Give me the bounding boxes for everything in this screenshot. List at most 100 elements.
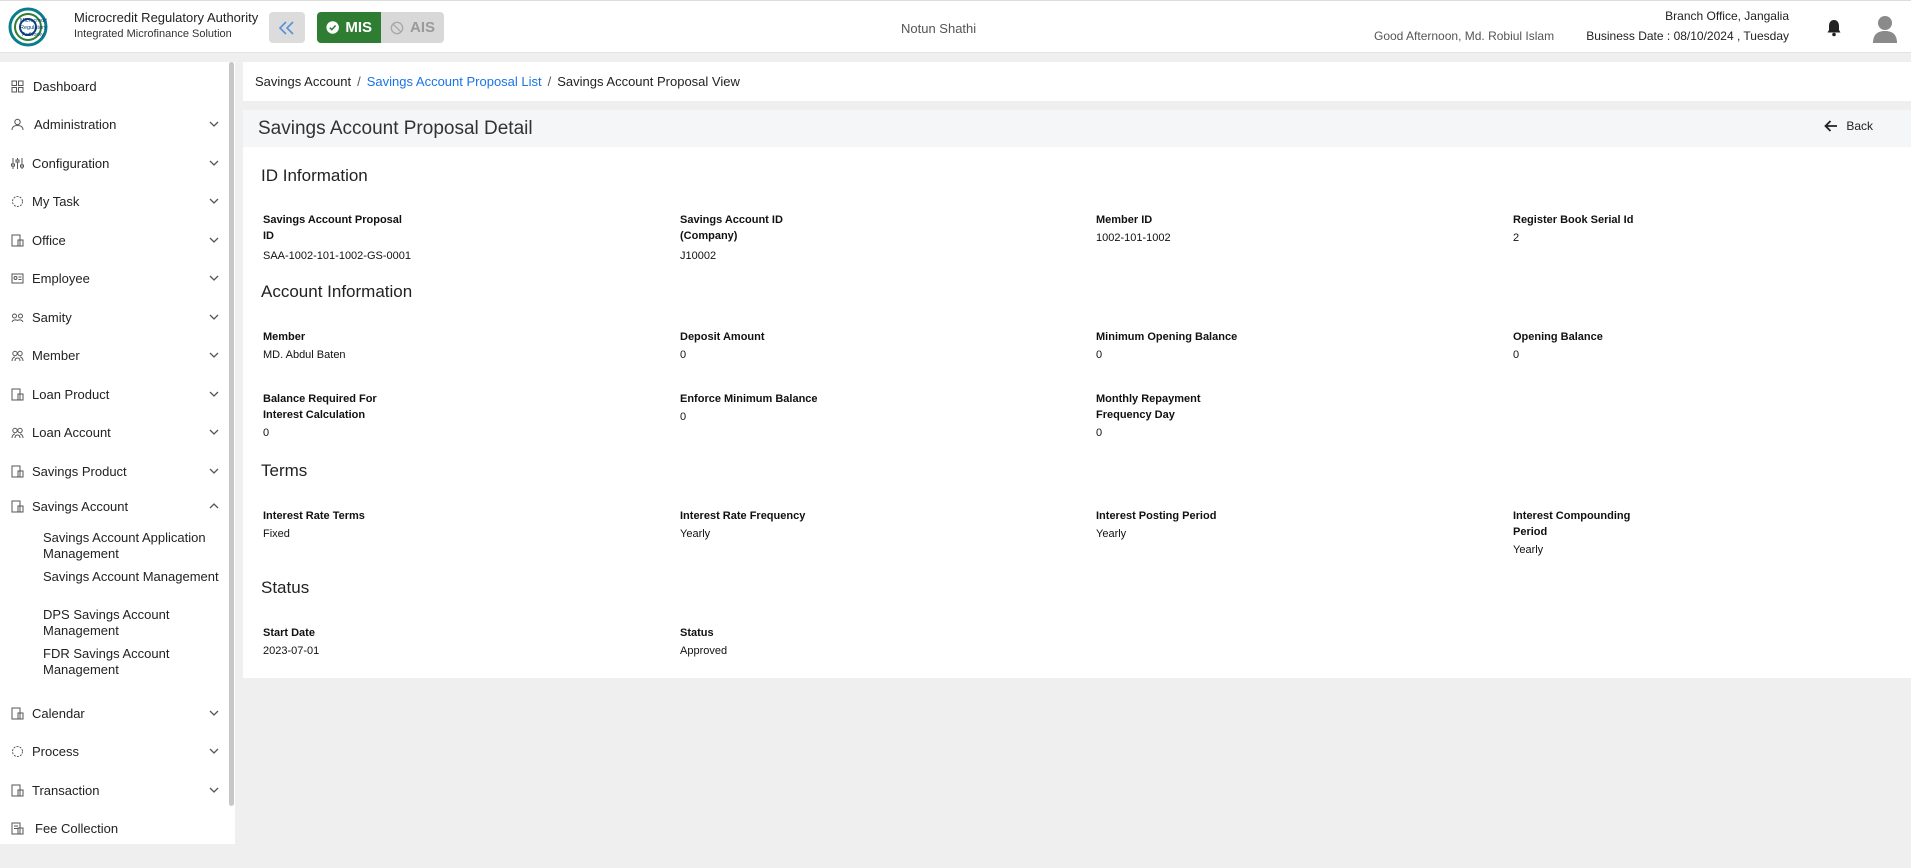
sidebar-item-dashboard[interactable]: Dashboard (0, 71, 226, 101)
sidebar-label: Employee (32, 270, 90, 286)
breadcrumb-separator: / (357, 74, 361, 89)
sliders-icon (11, 158, 24, 169)
chevron-down-icon (209, 429, 219, 435)
arrow-left-icon (1824, 120, 1838, 132)
section-title-status: Status (261, 578, 310, 597)
field-value-opening-balance: 0 (1513, 349, 1520, 361)
field-label-member-id: Member ID (1096, 214, 1153, 226)
sidebar-item-process[interactable]: Process (0, 736, 226, 766)
mode-switch: MIS AIS (317, 12, 444, 43)
section-title-account-information: Account Information (261, 282, 413, 301)
back-label: Back (1846, 119, 1873, 133)
sidebar-scrollbar[interactable] (229, 62, 234, 806)
sidebar-label: Transaction (32, 782, 100, 798)
sidebar-label: Samity (32, 309, 72, 325)
sidebar-item-calendar[interactable]: Calendar (0, 698, 226, 728)
sidebar-item-administration[interactable]: Administration (0, 109, 226, 139)
double-chevron-left-icon (278, 20, 294, 35)
field-value-interest-posting-period: Yearly (1096, 528, 1127, 540)
field-label-register-book-serial: Register Book Serial Id (1513, 214, 1634, 226)
mis-mode-button[interactable]: MIS (317, 12, 381, 43)
admin-icon (11, 118, 24, 131)
ais-mode-button[interactable]: AIS (381, 12, 444, 43)
sidebar-subitem-account-management[interactable]: Savings Account Management (43, 569, 223, 585)
field-value-enforce-minimum-balance: 0 (680, 411, 687, 423)
sidebar-label: Savings Account (32, 498, 129, 514)
chevron-up-icon (209, 503, 219, 509)
sidebar-subitem-fdr-management[interactable]: FDR Savings Account Management (43, 646, 223, 678)
ais-label: AIS (409, 19, 435, 36)
sidebar-item-configuration[interactable]: Configuration (0, 148, 226, 178)
sidebar-item-savings-product[interactable]: Savings Product (0, 456, 226, 486)
members-icon (11, 350, 24, 362)
sidebar-item-loan-product[interactable]: Loan Product (0, 379, 226, 409)
sidebar-item-samity[interactable]: Samity (0, 302, 226, 332)
sidebar-label: Calendar (32, 705, 85, 721)
process-icon (12, 746, 23, 757)
check-circle-icon (326, 21, 339, 34)
chevron-down-icon (209, 314, 219, 320)
sidebar-label: Dashboard (33, 78, 97, 94)
notification-bell-icon[interactable] (1826, 19, 1842, 37)
user-avatar-icon[interactable] (1872, 14, 1898, 44)
sidebar-subitem-application-management[interactable]: Savings Account Application Management (43, 530, 223, 562)
sidebar-item-office[interactable]: Office (0, 225, 226, 255)
field-value-register-book-serial: 2 (1513, 232, 1520, 244)
sidebar-label: Office (32, 232, 66, 248)
block-icon (390, 21, 404, 34)
sidebar-item-fee-collection[interactable]: Fee Collection (0, 813, 226, 843)
field-label-interest-posting-period: Interest Posting Period (1096, 510, 1217, 522)
sidebar-label: Member (32, 347, 80, 363)
sidebar-label: Process (32, 743, 79, 759)
section-title-terms: Terms (261, 461, 308, 480)
field-value-start-date: 2023-07-01 (263, 645, 320, 657)
breadcrumb-proposal-list-link[interactable]: Savings Account Proposal List (367, 74, 542, 89)
sidebar-item-savings-account[interactable]: Savings Account (0, 491, 226, 521)
field-value-balance-required: 0 (263, 427, 270, 439)
field-label-interest-compounding-period: Interest Compounding Period (1513, 510, 1631, 538)
chevron-down-icon (209, 352, 219, 358)
mis-label: MIS (345, 19, 372, 36)
top-header: Microcredit Regulatory Authority Microcr… (0, 0, 1911, 53)
mra-logo: Microcredit Regulatory Authority (8, 7, 48, 47)
back-button[interactable]: Back (1824, 119, 1873, 133)
field-value-interest-rate-frequency: Yearly (680, 528, 711, 540)
breadcrumb-root: Savings Account (255, 74, 352, 89)
sidebar-item-loan-account[interactable]: Loan Account (0, 417, 226, 447)
sidebar-label: Administration (34, 116, 117, 132)
sidebar-item-member[interactable]: Member (0, 340, 226, 370)
chevron-down-icon (209, 391, 219, 397)
employee-icon (11, 273, 24, 284)
sidebar-item-my-task[interactable]: My Task (0, 186, 226, 216)
loan-account-icon (11, 427, 24, 439)
field-value-interest-compounding-period: Yearly (1513, 544, 1544, 556)
breadcrumb-separator: / (547, 74, 552, 89)
sidebar-item-transaction[interactable]: Transaction (0, 775, 226, 805)
sidebar-item-employee[interactable]: Employee (0, 263, 226, 293)
chevron-down-icon (209, 121, 219, 127)
chevron-down-icon (209, 198, 219, 204)
field-value-deposit-amount: 0 (680, 349, 687, 361)
transaction-icon (11, 784, 24, 797)
page-title: Savings Account Proposal Detail (258, 118, 533, 139)
field-label-monthly-repayment-day: Monthly Repayment Frequency Day (1096, 393, 1201, 421)
field-label-opening-balance: Opening Balance (1513, 331, 1603, 343)
sidebar-label: Loan Product (32, 386, 110, 402)
field-label-enforce-minimum-balance: Enforce Minimum Balance (680, 393, 818, 405)
field-label-minimum-opening-balance: Minimum Opening Balance (1096, 331, 1238, 343)
sidebar-label: Fee Collection (35, 820, 119, 836)
field-label-proposal-id: Savings Account Proposal ID (263, 214, 402, 242)
svg-text:Regulatory: Regulatory (20, 25, 47, 31)
breadcrumb: Savings Account / Savings Account Propos… (243, 62, 1911, 101)
savings-account-icon (11, 500, 24, 513)
calendar-icon (11, 707, 24, 720)
sidebar-subitem-dps-management[interactable]: DPS Savings Account Management (43, 607, 223, 639)
sidebar-label: My Task (32, 193, 80, 209)
field-value-status: Approved (680, 645, 728, 657)
collapse-sidebar-button[interactable] (269, 12, 305, 43)
field-value-savings-account-id: J10002 (680, 250, 717, 262)
chevron-down-icon (209, 468, 219, 474)
field-value-proposal-id: SAA-1002-101-1002-GS-0001 (263, 250, 411, 262)
greeting-text: Good Afternoon, Md. Robiul Islam (1374, 29, 1555, 43)
card-header: Savings Account Proposal Detail Back (243, 110, 1911, 147)
